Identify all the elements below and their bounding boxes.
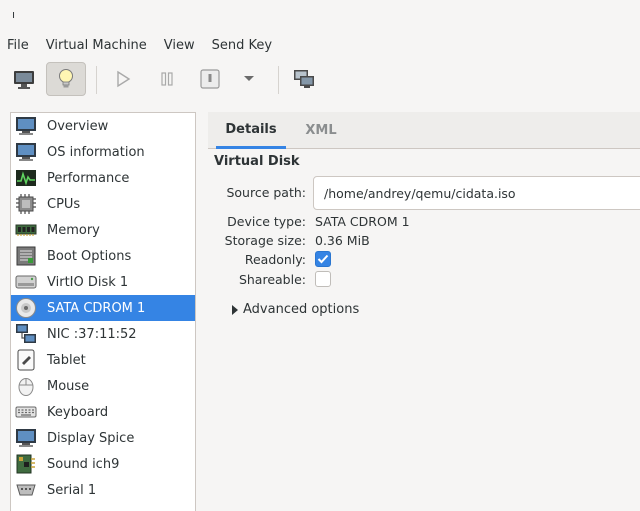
display-icon bbox=[15, 427, 37, 449]
sidebar-item-sata-cdrom-1[interactable]: SATA CDROM 1 bbox=[11, 295, 195, 321]
hardware-list: Overview OS information Performance CPUs… bbox=[10, 112, 196, 511]
menu-send-key[interactable]: Send Key bbox=[212, 38, 272, 53]
window-title: ı bbox=[12, 8, 16, 21]
sidebar-item-label: Tablet bbox=[47, 352, 86, 368]
shareable-checkbox[interactable] bbox=[315, 271, 331, 287]
chevron-down-icon bbox=[244, 76, 254, 81]
toolbar-separator bbox=[96, 66, 97, 94]
performance-icon bbox=[15, 167, 37, 189]
details-panel: Details XML Virtual Disk Source path: De… bbox=[208, 112, 640, 511]
source-path-label: Source path: bbox=[226, 185, 306, 200]
sidebar-item-label: Sound ich9 bbox=[47, 456, 120, 472]
network-icon bbox=[15, 323, 37, 345]
keyboard-icon bbox=[15, 401, 37, 423]
toolbar bbox=[0, 58, 640, 100]
readonly-label: Readonly: bbox=[244, 252, 306, 267]
sidebar-item-serial-1[interactable]: Serial 1 bbox=[11, 477, 195, 503]
advanced-options-label: Advanced options bbox=[243, 302, 360, 317]
sidebar-item-label: OS information bbox=[47, 144, 145, 160]
menu-bar: File Virtual Machine View Send Key bbox=[0, 33, 640, 57]
sidebar-item-label: SATA CDROM 1 bbox=[47, 300, 146, 316]
monitor-icon bbox=[15, 141, 37, 163]
play-icon bbox=[117, 70, 131, 88]
menu-file[interactable]: File bbox=[7, 38, 29, 53]
memory-icon bbox=[15, 219, 37, 241]
sidebar-item-memory[interactable]: Memory bbox=[11, 217, 195, 243]
storage-size-value: 0.36 MiB bbox=[315, 233, 370, 248]
menu-view[interactable]: View bbox=[164, 38, 195, 53]
power-icon bbox=[200, 69, 220, 89]
storage-size-label: Storage size: bbox=[224, 233, 306, 248]
sidebar-item-mouse[interactable]: Mouse bbox=[11, 373, 195, 399]
sidebar-item-label: Display Spice bbox=[47, 430, 135, 446]
console-button[interactable] bbox=[4, 62, 44, 96]
sidebar-item-label: Serial 1 bbox=[47, 482, 97, 498]
section-title: Virtual Disk bbox=[214, 154, 300, 169]
tab-xml[interactable]: XML bbox=[296, 112, 346, 149]
sidebar-item-label: Mouse bbox=[47, 378, 90, 394]
sidebar-item-label: Performance bbox=[47, 170, 130, 186]
sidebar-item-sound-ich9[interactable]: Sound ich9 bbox=[11, 451, 195, 477]
pause-button[interactable] bbox=[147, 62, 187, 96]
checkmark-icon bbox=[317, 254, 329, 264]
toolbar-separator bbox=[278, 66, 279, 94]
cpu-icon bbox=[15, 193, 37, 215]
tablet-icon bbox=[15, 349, 37, 371]
shutdown-button[interactable] bbox=[190, 62, 230, 96]
monitor-icon bbox=[15, 115, 37, 137]
monitor-icon bbox=[14, 71, 34, 89]
snapshots-icon bbox=[294, 70, 314, 88]
sidebar-item-label: Overview bbox=[47, 118, 109, 134]
tab-details[interactable]: Details bbox=[216, 112, 286, 149]
sidebar-item-label: Boot Options bbox=[47, 248, 132, 264]
source-path-input[interactable] bbox=[313, 176, 640, 210]
sound-icon bbox=[15, 453, 37, 475]
boot-icon bbox=[15, 245, 37, 267]
sidebar-item-label: CPUs bbox=[47, 196, 81, 212]
disk-icon bbox=[15, 271, 37, 293]
sidebar-item-label: NIC :37:11:52 bbox=[47, 326, 137, 342]
serial-icon bbox=[15, 479, 37, 501]
device-type-value: SATA CDROM 1 bbox=[315, 214, 410, 229]
menu-virtual-machine[interactable]: Virtual Machine bbox=[46, 38, 147, 53]
sidebar-item-label: VirtIO Disk 1 bbox=[47, 274, 129, 290]
mouse-icon bbox=[15, 375, 37, 397]
snapshots-button[interactable] bbox=[284, 62, 324, 96]
tab-bar: Details XML bbox=[208, 112, 640, 149]
sidebar-item-nic[interactable]: NIC :37:11:52 bbox=[11, 321, 195, 347]
device-type-label: Device type: bbox=[227, 214, 306, 229]
title-bar: ı bbox=[0, 0, 640, 32]
sidebar-item-display-spice[interactable]: Display Spice bbox=[11, 425, 195, 451]
readonly-checkbox[interactable] bbox=[315, 251, 331, 267]
sidebar-item-performance[interactable]: Performance bbox=[11, 165, 195, 191]
sidebar-item-overview[interactable]: Overview bbox=[11, 113, 195, 139]
expander-arrow-icon bbox=[232, 304, 238, 315]
sidebar-item-keyboard[interactable]: Keyboard bbox=[11, 399, 195, 425]
shareable-label: Shareable: bbox=[238, 272, 306, 287]
sidebar-item-label: Memory bbox=[47, 222, 100, 238]
pause-icon bbox=[161, 72, 173, 86]
cdrom-icon bbox=[15, 297, 37, 319]
run-button[interactable] bbox=[103, 62, 143, 96]
sidebar-item-virtio-disk-1[interactable]: VirtIO Disk 1 bbox=[11, 269, 195, 295]
details-button[interactable] bbox=[46, 62, 86, 96]
shutdown-menu-button[interactable] bbox=[229, 62, 269, 96]
sidebar-item-label: Keyboard bbox=[47, 404, 109, 420]
sidebar-item-os-information[interactable]: OS information bbox=[11, 139, 195, 165]
sidebar-item-tablet[interactable]: Tablet bbox=[11, 347, 195, 373]
lightbulb-icon bbox=[59, 69, 73, 88]
sidebar-item-cpus[interactable]: CPUs bbox=[11, 191, 195, 217]
advanced-options-expander[interactable]: Advanced options bbox=[232, 302, 359, 317]
sidebar-item-boot-options[interactable]: Boot Options bbox=[11, 243, 195, 269]
